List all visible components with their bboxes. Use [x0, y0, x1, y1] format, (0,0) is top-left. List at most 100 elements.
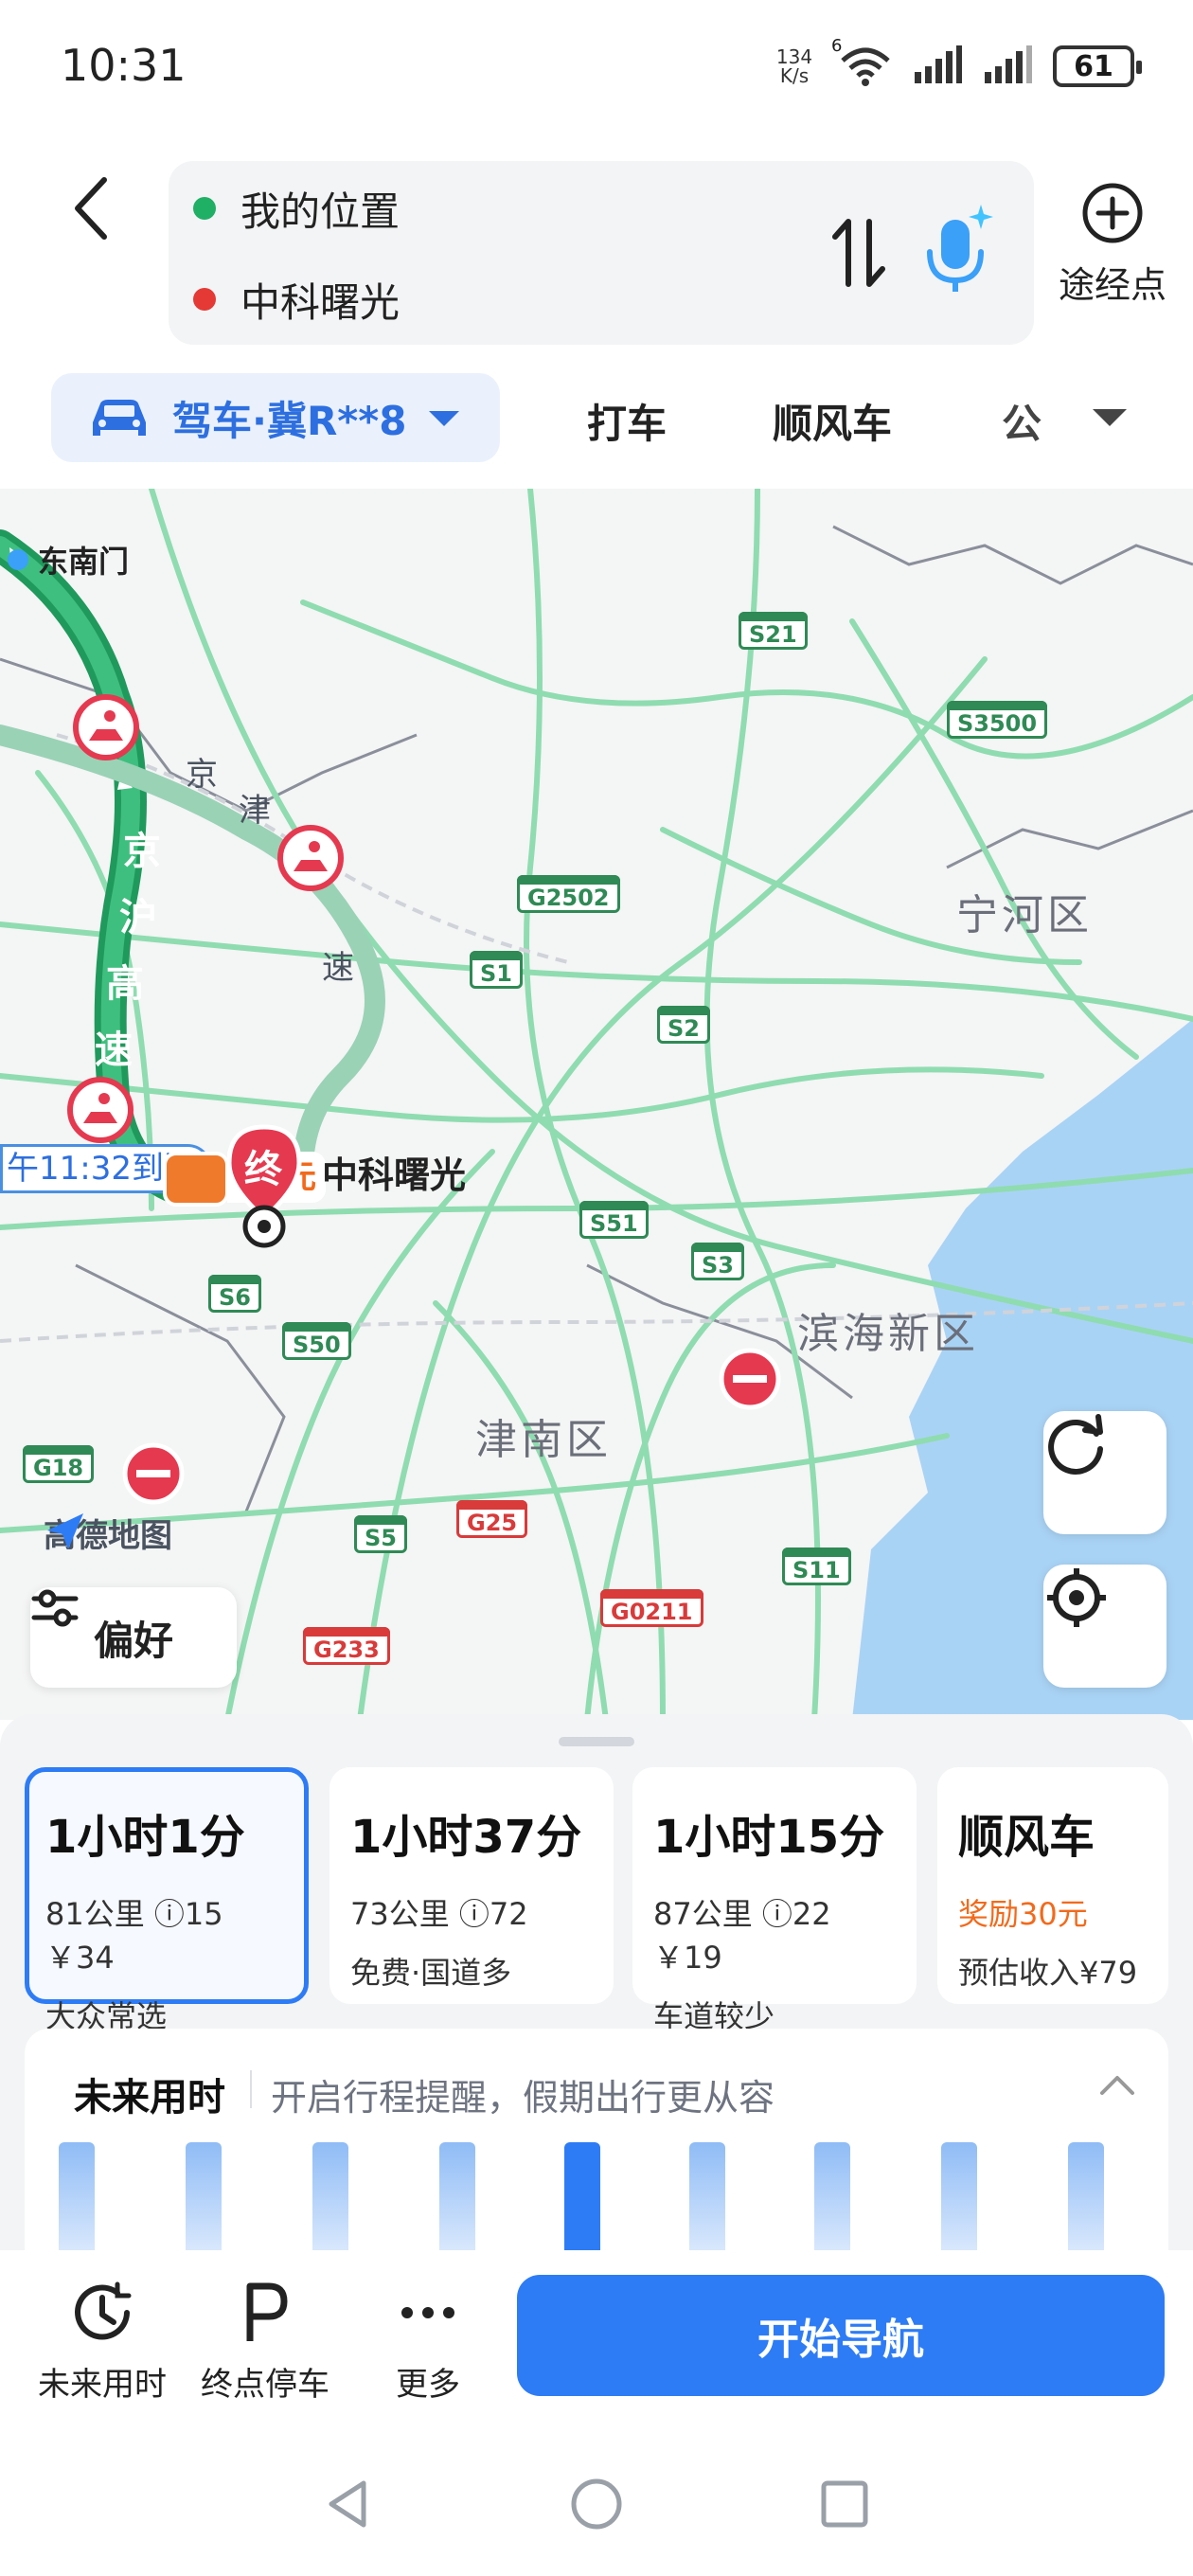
start-navigation-button[interactable]: 开始导航: [517, 2275, 1165, 2396]
map-view[interactable]: 东南门 宁河区 滨海新区 津南区 京 沪 高 速 京 津 高 速 S21 S35…: [0, 489, 1193, 1720]
highway-label-su2: 速: [322, 949, 354, 987]
amap-logo: 高德地图: [44, 1510, 172, 1556]
route-meta: 奖励30元: [958, 1896, 1088, 1932]
system-nav-bar: [0, 2440, 1193, 2576]
plus-circle-icon: [1082, 183, 1143, 243]
status-time: 10:31: [61, 40, 187, 91]
wifi-badge: 6: [831, 36, 843, 56]
caret-down-icon: [429, 411, 460, 426]
map-canvas: [0, 489, 1193, 1720]
shield-s50: S50: [282, 1322, 351, 1360]
back-button[interactable]: [57, 170, 133, 246]
chevron-up-icon[interactable]: [1098, 2070, 1136, 2099]
destination-field[interactable]: 中科曙光: [193, 271, 400, 328]
poi-east-gate[interactable]: 东南门: [8, 538, 129, 581]
origin-label: 我的位置: [240, 188, 401, 235]
route-meta: 73公里 ⓘ72: [350, 1896, 528, 1932]
road-closed-icon[interactable]: [718, 1347, 782, 1411]
destination-map-label: 中科曙光: [322, 1154, 467, 1196]
preference-label: 偏好: [93, 1617, 173, 1664]
route-tag: 预估收入¥79: [958, 1955, 1138, 1991]
poi-dot-icon: [8, 549, 28, 570]
future-time-card[interactable]: 未来用时 开启行程提醒，假期出行更从容: [25, 2029, 1168, 2284]
divider: [250, 2070, 252, 2108]
destination-dot-icon: [193, 288, 216, 311]
tab-transit[interactable]: 公: [1002, 392, 1042, 450]
locate-button[interactable]: [1043, 1565, 1166, 1688]
destination-point-icon: [242, 1205, 286, 1248]
route-option-1[interactable]: 1小时1分 81公里 ⓘ15 ￥34 大众常选: [25, 1767, 309, 2034]
route-option-3[interactable]: 1小时15分 87公里 ⓘ22 ￥19 车道较少: [632, 1767, 917, 2034]
tab-drive-label: 驾车·冀R**8: [172, 397, 407, 444]
shield-s6: S6: [208, 1275, 261, 1313]
highway-label-gao1: 高: [106, 962, 144, 1006]
voice-assistant-icon[interactable]: [915, 199, 1000, 303]
highway-label-hu: 沪: [119, 896, 157, 939]
shield-s21: S21: [739, 612, 808, 650]
chevron-left-icon: [75, 177, 107, 240]
route-option-2[interactable]: 1小时37分 73公里 ⓘ72 免费·国道多: [329, 1767, 614, 2004]
nav-back-icon[interactable]: [322, 2476, 375, 2532]
status-icons: 134 K/s 6 61: [771, 36, 1142, 95]
net-speed: 134 K/s: [771, 47, 818, 85]
sliders-icon: [31, 1589, 79, 1627]
route-time: 1小时37分: [350, 1811, 582, 1864]
tab-taxi[interactable]: 打车: [587, 392, 667, 450]
road-closed-icon[interactable]: [121, 1441, 186, 1506]
signal-2-icon: [983, 45, 1032, 87]
refresh-button[interactable]: [1043, 1411, 1166, 1534]
travel-mode-bar: 驾车·冀R**8 打车 顺风车 公: [0, 373, 1193, 468]
route-meta: 81公里 ⓘ15 ￥34: [45, 1896, 223, 1976]
more-button-label: 更多: [396, 2366, 460, 2404]
poi-east-gate-label: 东南门: [38, 544, 130, 580]
action-bar: 未来用时 终点停车 更多 开始导航: [0, 2250, 1193, 2440]
construction-icon[interactable]: [72, 693, 140, 761]
origin-dot-icon: [193, 197, 216, 220]
nav-recents-icon[interactable]: [818, 2478, 871, 2531]
highway-label-su1: 速: [95, 1029, 133, 1072]
more-dots-icon: [401, 2307, 454, 2318]
shield-s11: S11: [782, 1547, 851, 1585]
district-binhai: 滨海新区: [797, 1310, 979, 1358]
shield-s51: S51: [579, 1201, 649, 1239]
preference-button[interactable]: 偏好: [30, 1587, 237, 1688]
construction-icon[interactable]: [276, 824, 345, 892]
destination-marker-label: 终: [244, 1148, 282, 1191]
parking-button[interactable]: 终点停车: [180, 2279, 350, 2405]
wifi-icon: 6: [831, 36, 892, 87]
route-tag: 免费·国道多: [350, 1955, 512, 1991]
construction-icon[interactable]: [66, 1076, 134, 1144]
future-time-title: 未来用时: [74, 2076, 225, 2120]
route-time: 1小时1分: [45, 1811, 245, 1864]
parking-icon: [246, 2282, 288, 2341]
district-ninghe: 宁河区: [956, 891, 1093, 939]
battery-level: 61: [1074, 49, 1113, 83]
route-option-carpool[interactable]: 顺风车 奖励30元 预估收入¥79: [937, 1767, 1168, 2004]
route-input-box: 我的位置 中科曙光: [169, 161, 1034, 345]
more-button[interactable]: 更多: [343, 2279, 513, 2405]
future-time-button[interactable]: 未来用时: [17, 2279, 187, 2405]
route-time: 顺风车: [958, 1811, 1095, 1864]
price-badge[interactable]: [163, 1152, 229, 1207]
sheet-drag-handle[interactable]: [559, 1737, 634, 1746]
destination-pin[interactable]: 终: [223, 1123, 305, 1222]
shield-s1: S1: [470, 951, 523, 989]
shield-g233: G233: [303, 1627, 390, 1665]
swap-icon[interactable]: [822, 210, 898, 295]
net-speed-unit: K/s: [779, 64, 810, 87]
net-speed-value: 134: [775, 45, 813, 68]
add-waypoint-button[interactable]: 途经点: [1051, 180, 1174, 308]
tab-carpool[interactable]: 顺风车: [773, 392, 892, 450]
parking-button-label: 终点停车: [201, 2366, 329, 2404]
tab-drive[interactable]: 驾车·冀R**8: [51, 373, 500, 462]
nav-home-icon[interactable]: [568, 2476, 625, 2532]
origin-field[interactable]: 我的位置: [193, 180, 400, 237]
shield-s3500: S3500: [947, 701, 1048, 739]
more-modes-caret-icon[interactable]: [1089, 400, 1131, 432]
route-meta: 87公里 ⓘ22 ￥19: [653, 1896, 831, 1976]
destination-label: 中科曙光: [240, 278, 401, 326]
status-bar: 10:31 134 K/s 6 61: [0, 0, 1193, 142]
car-icon: [93, 400, 146, 436]
shield-s3: S3: [691, 1243, 744, 1280]
highway-label-jing2: 京: [186, 756, 218, 794]
